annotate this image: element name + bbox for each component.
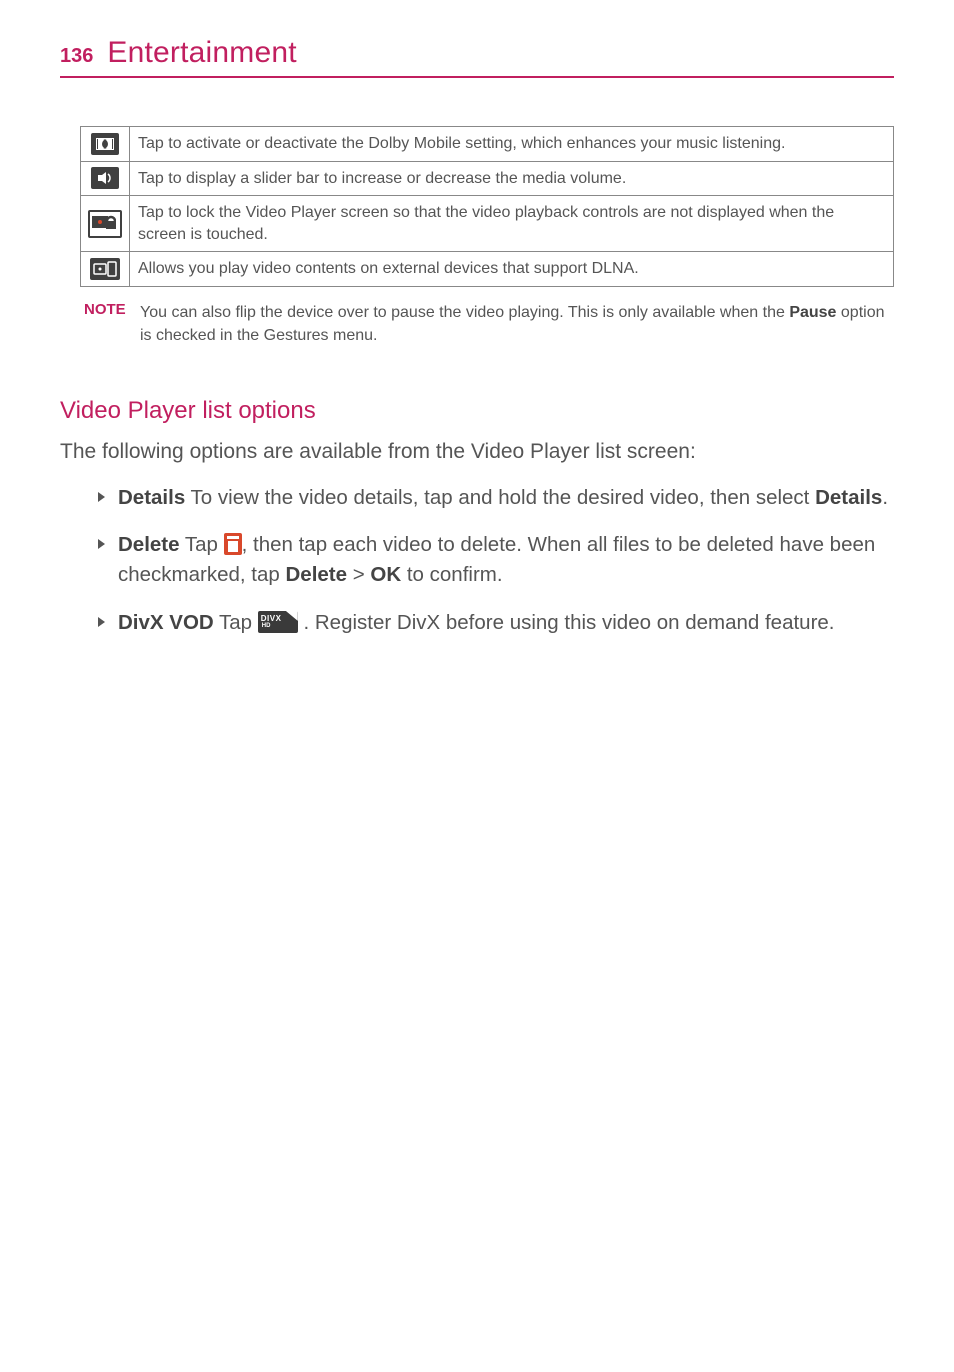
volume-icon-cell bbox=[81, 161, 130, 196]
page: 136 Entertainment Tap to activate or dea… bbox=[0, 0, 954, 696]
details-label: Details bbox=[118, 486, 185, 509]
option-list: Details To view the video details, tap a… bbox=[60, 483, 894, 638]
table-row: Tap to display a slider bar to increase … bbox=[81, 161, 894, 196]
list-item-delete: Delete Tap , then tap each video to dele… bbox=[98, 530, 894, 589]
divx-label: DivX VOD bbox=[118, 611, 214, 634]
table-row: Tap to activate or deactivate the Dolby … bbox=[81, 127, 894, 162]
note-block: NOTE You can also flip the device over t… bbox=[80, 301, 894, 347]
details-post: . bbox=[882, 486, 888, 509]
note-text-part1: You can also flip the device over to pau… bbox=[140, 304, 789, 321]
lock-desc: Tap to lock the Video Player screen so t… bbox=[130, 196, 894, 252]
volume-desc: Tap to display a slider bar to increase … bbox=[130, 161, 894, 196]
trash-icon bbox=[224, 533, 242, 555]
volume-icon bbox=[91, 167, 119, 189]
table-row: Tap to lock the Video Player screen so t… bbox=[81, 196, 894, 252]
divx-icon bbox=[258, 611, 298, 633]
lock-icon bbox=[88, 210, 122, 238]
note-text: You can also flip the device over to pau… bbox=[140, 301, 894, 347]
delete-bold2: OK bbox=[370, 563, 401, 586]
divx-pre: Tap bbox=[214, 611, 258, 634]
details-bold1: Details bbox=[815, 486, 882, 509]
delete-label: Delete bbox=[118, 533, 180, 556]
dlna-desc: Allows you play video contents on extern… bbox=[130, 252, 894, 287]
delete-sep: > bbox=[347, 563, 370, 586]
dolby-icon-cell bbox=[81, 127, 130, 162]
note-label: NOTE bbox=[80, 301, 140, 347]
subsection-title: Video Player list options bbox=[60, 397, 894, 425]
dlna-icon-cell bbox=[81, 252, 130, 287]
lock-icon-cell bbox=[81, 196, 130, 252]
list-item-details: Details To view the video details, tap a… bbox=[98, 483, 894, 513]
dlna-icon bbox=[90, 258, 120, 280]
details-pre: To view the video details, tap and hold … bbox=[185, 486, 815, 509]
icon-description-table: Tap to activate or deactivate the Dolby … bbox=[80, 126, 894, 287]
divx-mid: . Register DivX before using this video … bbox=[298, 611, 835, 634]
delete-pre: Tap bbox=[180, 533, 224, 556]
page-header: 136 Entertainment bbox=[60, 36, 894, 78]
table-row: Allows you play video contents on extern… bbox=[81, 252, 894, 287]
note-bold-pause: Pause bbox=[789, 304, 836, 321]
dolby-desc: Tap to activate or deactivate the Dolby … bbox=[130, 127, 894, 162]
list-item-divx: DivX VOD Tap . Register DivX before usin… bbox=[98, 608, 894, 638]
section-title: Entertainment bbox=[107, 36, 296, 70]
page-number: 136 bbox=[60, 45, 93, 68]
delete-bold1: Delete bbox=[286, 563, 348, 586]
dolby-icon bbox=[91, 133, 119, 155]
delete-post: to confirm. bbox=[401, 563, 502, 586]
subsection-intro: The following options are available from… bbox=[60, 437, 894, 466]
